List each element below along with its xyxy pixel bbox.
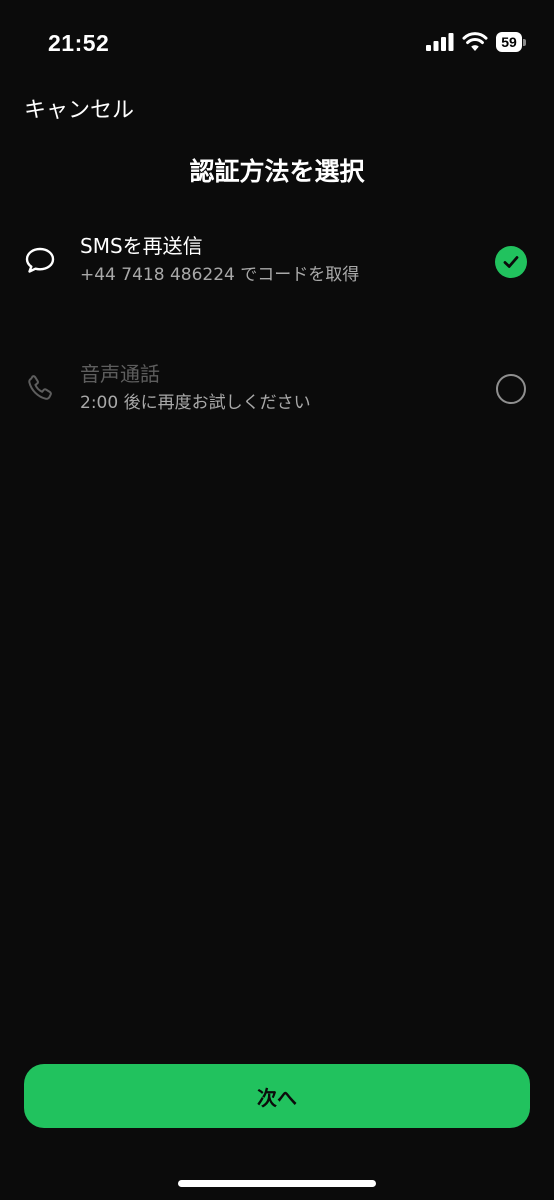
home-indicator: [178, 1180, 376, 1187]
option-voice-text: 音声通話 2:00 後に再度お試しください: [80, 360, 311, 416]
battery-icon: 59: [496, 32, 526, 52]
checkmark-selected-icon: [495, 246, 527, 278]
option-title: SMSを再送信: [80, 234, 203, 258]
option-voice-call[interactable]: 音声通話 2:00 後に再度お試しください: [0, 354, 554, 434]
wifi-icon: [462, 32, 488, 51]
chat-bubble-icon: [25, 247, 55, 273]
radio-unselected-icon[interactable]: [496, 374, 526, 404]
status-time: 21:52: [48, 30, 110, 56]
status-icons: 59: [426, 32, 526, 52]
battery-level: 59: [496, 32, 522, 52]
option-subtitle: 2:00 後に再度お試しください: [80, 393, 311, 413]
option-subtitle: +44 7418 486224 でコードを取得: [80, 265, 360, 285]
option-sms-text: SMSを再送信 +44 7418 486224 でコードを取得: [80, 232, 359, 288]
page-title: 認証方法を選択: [189, 157, 365, 186]
option-title: 音声通話: [80, 362, 160, 386]
battery-tip: [523, 38, 526, 46]
next-button[interactable]: 次へ: [24, 1064, 530, 1128]
status-bar: 21:52 59: [0, 28, 554, 60]
phone-icon: [28, 375, 52, 400]
cellular-signal-icon: [426, 33, 454, 51]
option-sms-resend[interactable]: SMSを再送信 +44 7418 486224 でコードを取得: [0, 226, 554, 306]
cancel-button[interactable]: キャンセル: [24, 92, 134, 124]
